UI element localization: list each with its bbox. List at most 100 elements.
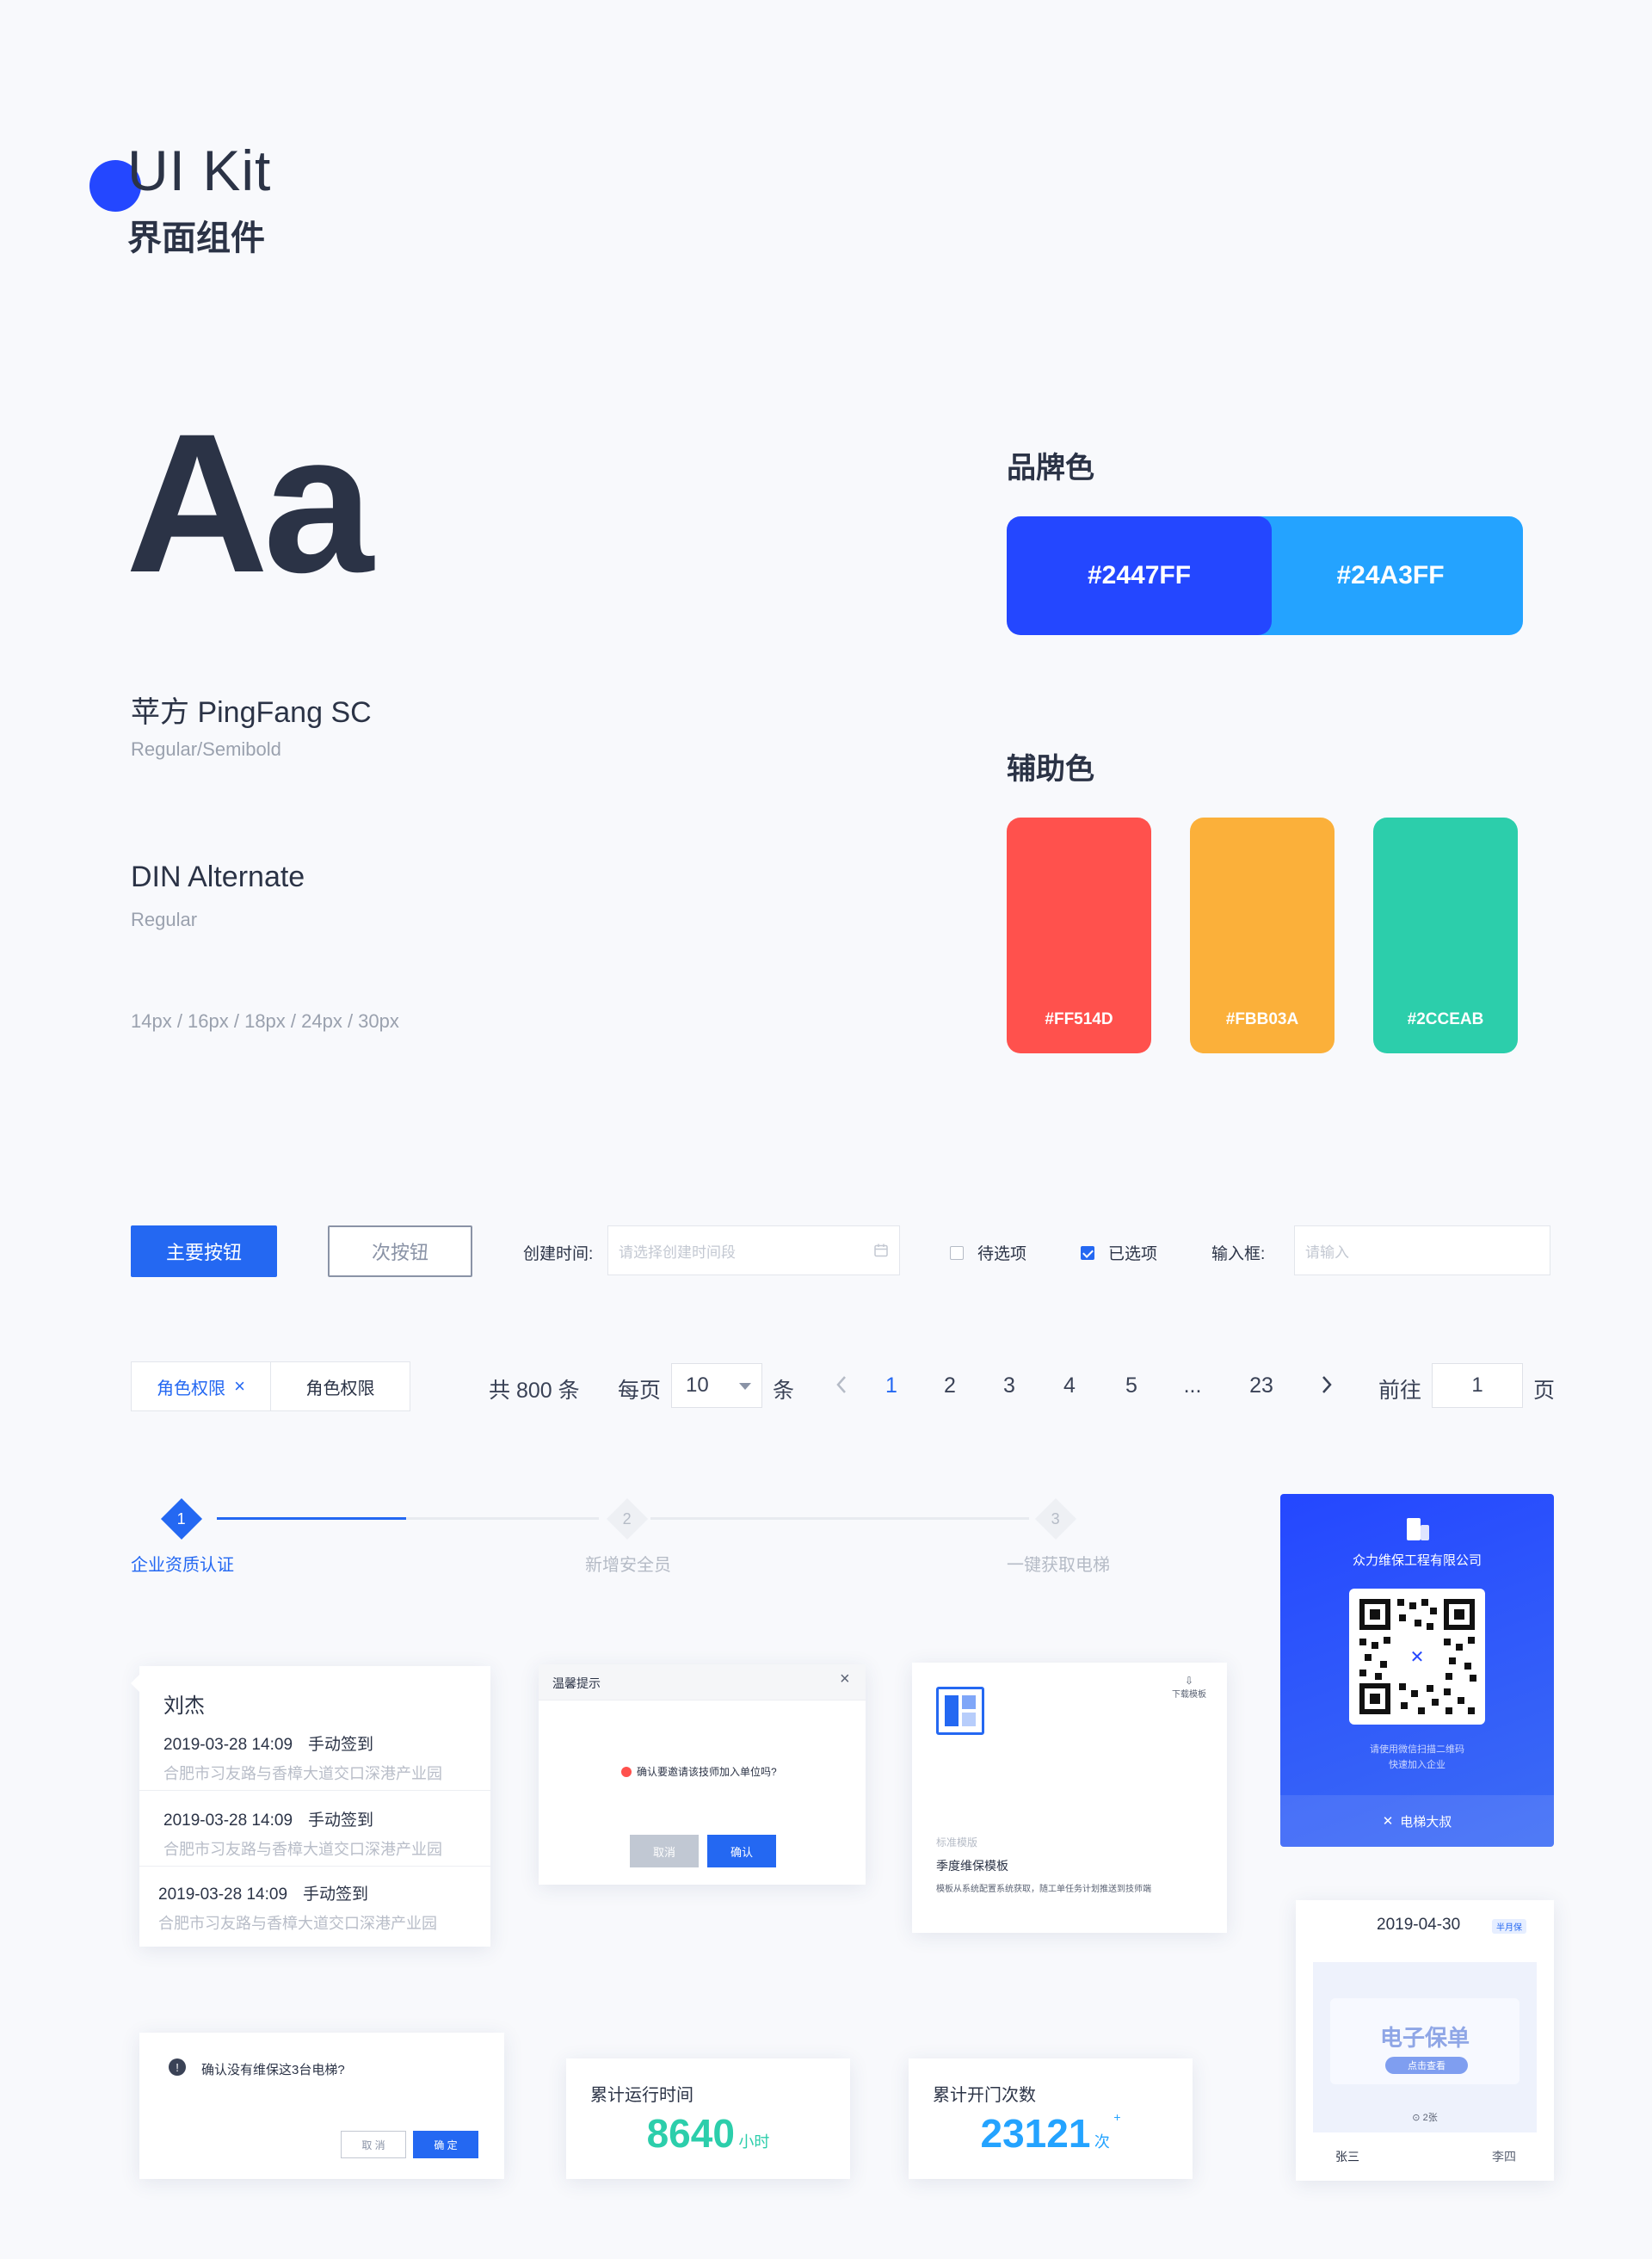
tag-active[interactable]: 角色权限 ×	[132, 1362, 271, 1410]
warranty-left-name: 张三	[1335, 2150, 1359, 2163]
qr-footer: ✕ 电梯大叔	[1280, 1795, 1554, 1847]
checkbox-label: 已选项	[1108, 1245, 1158, 1263]
record-address: 合肥市习友路与香樟大道交口深港产业园	[158, 1915, 437, 1932]
checkbox-checked[interactable]: 已选项	[1081, 1241, 1157, 1264]
template-tag: 标准模版	[936, 1836, 978, 1849]
stat-value: 23121	[980, 2111, 1091, 2156]
font2-weights: Regular	[131, 909, 198, 930]
qr-invite-card: 众力维保工程有限公司 ✕ 请使用微信扫描二维码 快速加入企业 ✕ 电梯大叔	[1280, 1494, 1554, 1847]
confirm-message: 确认没有维保这3台电梯?	[201, 2063, 345, 2077]
stat-label: 累计运行时间	[590, 2086, 693, 2105]
date-placeholder: 请选择创建时间段	[619, 1244, 736, 1261]
building-icon	[1405, 1516, 1431, 1542]
checkbox-box[interactable]	[950, 1245, 964, 1260]
increase-icon: +	[1113, 2110, 1121, 2124]
page-ellipsis[interactable]: ...	[1175, 1373, 1210, 1398]
warranty-view-button[interactable]: 点击查看	[1385, 2057, 1468, 2074]
confirm-ok-button[interactable]: 确 定	[413, 2131, 478, 2158]
qr-footer-label: 电梯大叔	[1400, 1814, 1452, 1830]
dialog-cancel-button[interactable]: 取消	[630, 1835, 699, 1867]
record-time: 2019-03-28 14:09	[158, 1886, 288, 1904]
per-page-unit: 条	[773, 1379, 795, 1403]
download-template[interactable]: ⇩ 下载模板	[1172, 1675, 1206, 1700]
next-page-icon[interactable]	[1320, 1373, 1334, 1402]
stat-label: 累计开门次数	[933, 2086, 1036, 2105]
step-3-marker[interactable]: 3	[1034, 1497, 1077, 1540]
type-sample: Aa	[126, 392, 373, 614]
caret-down-icon	[739, 1383, 751, 1390]
template-desc: 模板从系统配置系统获取，随工单任务计划推送到技师端	[936, 1885, 1151, 1894]
checkbox-label: 待选项	[977, 1245, 1027, 1263]
warranty-right-name: 李四	[1492, 2150, 1516, 2163]
brand-color-bar: #2447FF #24A3FF	[1007, 516, 1523, 635]
dialog-message-row: 确认要邀请该技师加入单位吗?	[621, 1764, 777, 1779]
qr-code-graphic: ✕	[1359, 1599, 1476, 1714]
warranty-card[interactable]: 2019-04-30 半月保 电子保单 点击查看 ⊙ 2张 张三 李四	[1296, 1900, 1554, 2181]
card-pointer	[131, 1675, 139, 1692]
download-label: 下载模板	[1172, 1690, 1206, 1700]
step-3-label: 一键获取电梯	[1007, 1556, 1110, 1575]
divider	[139, 1866, 490, 1867]
template-card[interactable]: ⇩ 下载模板 标准模版 季度维保模板 模板从系统配置系统获取，随工单任务计划推送…	[912, 1663, 1227, 1933]
stat-card-runtime: 累计运行时间 8640 小时	[566, 2058, 850, 2179]
step-line	[406, 1517, 599, 1520]
page-2[interactable]: 2	[933, 1373, 967, 1398]
step-1-marker[interactable]: 1	[160, 1497, 203, 1540]
checkbox-unchecked[interactable]: 待选项	[950, 1241, 1026, 1264]
primary-button[interactable]: 主要按钮	[131, 1225, 277, 1277]
record-item[interactable]: 2019-03-28 14:09 手动签到 合肥市习友路与香樟大道交口深港产业园	[163, 1807, 442, 1860]
step-number: 3	[1051, 1509, 1061, 1528]
qr-hint-line1: 请使用微信扫描二维码	[1370, 1744, 1464, 1755]
step-line	[650, 1517, 1029, 1520]
tag-group: 角色权限 × 角色权限	[131, 1361, 410, 1411]
record-item[interactable]: 2019-03-28 14:09 手动签到 合肥市习友路与香樟大道交口深港产业园	[163, 1731, 442, 1784]
record-action: 手动签到	[308, 1812, 374, 1830]
record-time: 2019-03-28 14:09	[163, 1736, 293, 1754]
qr-company-name: 众力维保工程有限公司	[1352, 1553, 1482, 1568]
input-placeholder: 请输入	[1305, 1244, 1349, 1261]
step-2-marker[interactable]: 2	[606, 1497, 649, 1540]
date-range-input[interactable]: 请选择创建时间段	[607, 1225, 900, 1275]
aux-color-title: 辅助色	[1007, 753, 1094, 786]
warranty-count: ⊙ 2张	[1313, 2110, 1537, 2124]
warning-icon	[621, 1766, 632, 1777]
aux-swatch-red: #FF514D	[1007, 818, 1151, 1053]
page-23[interactable]: 23	[1244, 1373, 1279, 1398]
per-page-select[interactable]: 10	[671, 1363, 762, 1408]
confirm-popover: ! 确认没有维保这3台电梯? 取 消 确 定	[139, 2033, 504, 2179]
warranty-panel: 电子保单 点击查看 ⊙ 2张	[1313, 1962, 1537, 2132]
close-icon[interactable]: ×	[234, 1375, 245, 1398]
record-item[interactable]: 2019-03-28 14:09 手动签到 合肥市习友路与香樟大道交口深港产业园	[158, 1881, 437, 1934]
signin-record-card: 刘杰 2019-03-28 14:09 手动签到 合肥市习友路与香樟大道交口深港产…	[131, 1666, 490, 1947]
record-action: 手动签到	[303, 1886, 369, 1904]
text-input[interactable]: 请输入	[1294, 1225, 1550, 1275]
page-3[interactable]: 3	[992, 1373, 1026, 1398]
goto-input[interactable]: 1	[1432, 1363, 1523, 1408]
file-icon: ⊙	[1412, 2113, 1421, 2123]
brand-swatch-primary: #2447FF	[1007, 516, 1272, 635]
qr-code[interactable]: ✕	[1349, 1589, 1485, 1725]
secondary-button[interactable]: 次按钮	[328, 1225, 472, 1277]
qr-hint-line2: 快速加入企业	[1389, 1760, 1446, 1770]
dialog-confirm-button[interactable]: 确认	[707, 1835, 776, 1867]
tag-inactive[interactable]: 角色权限	[271, 1362, 410, 1410]
brand-swatch-secondary: #24A3FF	[1258, 516, 1523, 635]
prev-page-icon[interactable]	[835, 1373, 848, 1402]
warning-icon: !	[169, 2058, 186, 2076]
page-5[interactable]: 5	[1114, 1373, 1149, 1398]
close-icon[interactable]: ×	[840, 1670, 850, 1689]
page-1[interactable]: 1	[874, 1373, 909, 1398]
warranty-badge: 半月保	[1492, 1919, 1526, 1934]
dialog-message: 确认要邀请该技师加入单位吗?	[637, 1766, 777, 1778]
record-action: 手动签到	[308, 1736, 374, 1754]
invite-dialog: 温馨提示 × 确认要邀请该技师加入单位吗? 取消 确认	[539, 1664, 866, 1885]
input-label: 输入框:	[1211, 1245, 1266, 1263]
page-4[interactable]: 4	[1052, 1373, 1087, 1398]
tag-label: 角色权限	[305, 1379, 375, 1398]
calendar-icon[interactable]	[873, 1243, 889, 1258]
brand-color-title: 品牌色	[1007, 452, 1094, 485]
stat-unit: 小时	[738, 2133, 770, 2151]
confirm-cancel-button[interactable]: 取 消	[341, 2131, 406, 2158]
font1-name: 苹方 PingFang SC	[131, 696, 372, 729]
checkbox-box[interactable]	[1081, 1245, 1094, 1260]
